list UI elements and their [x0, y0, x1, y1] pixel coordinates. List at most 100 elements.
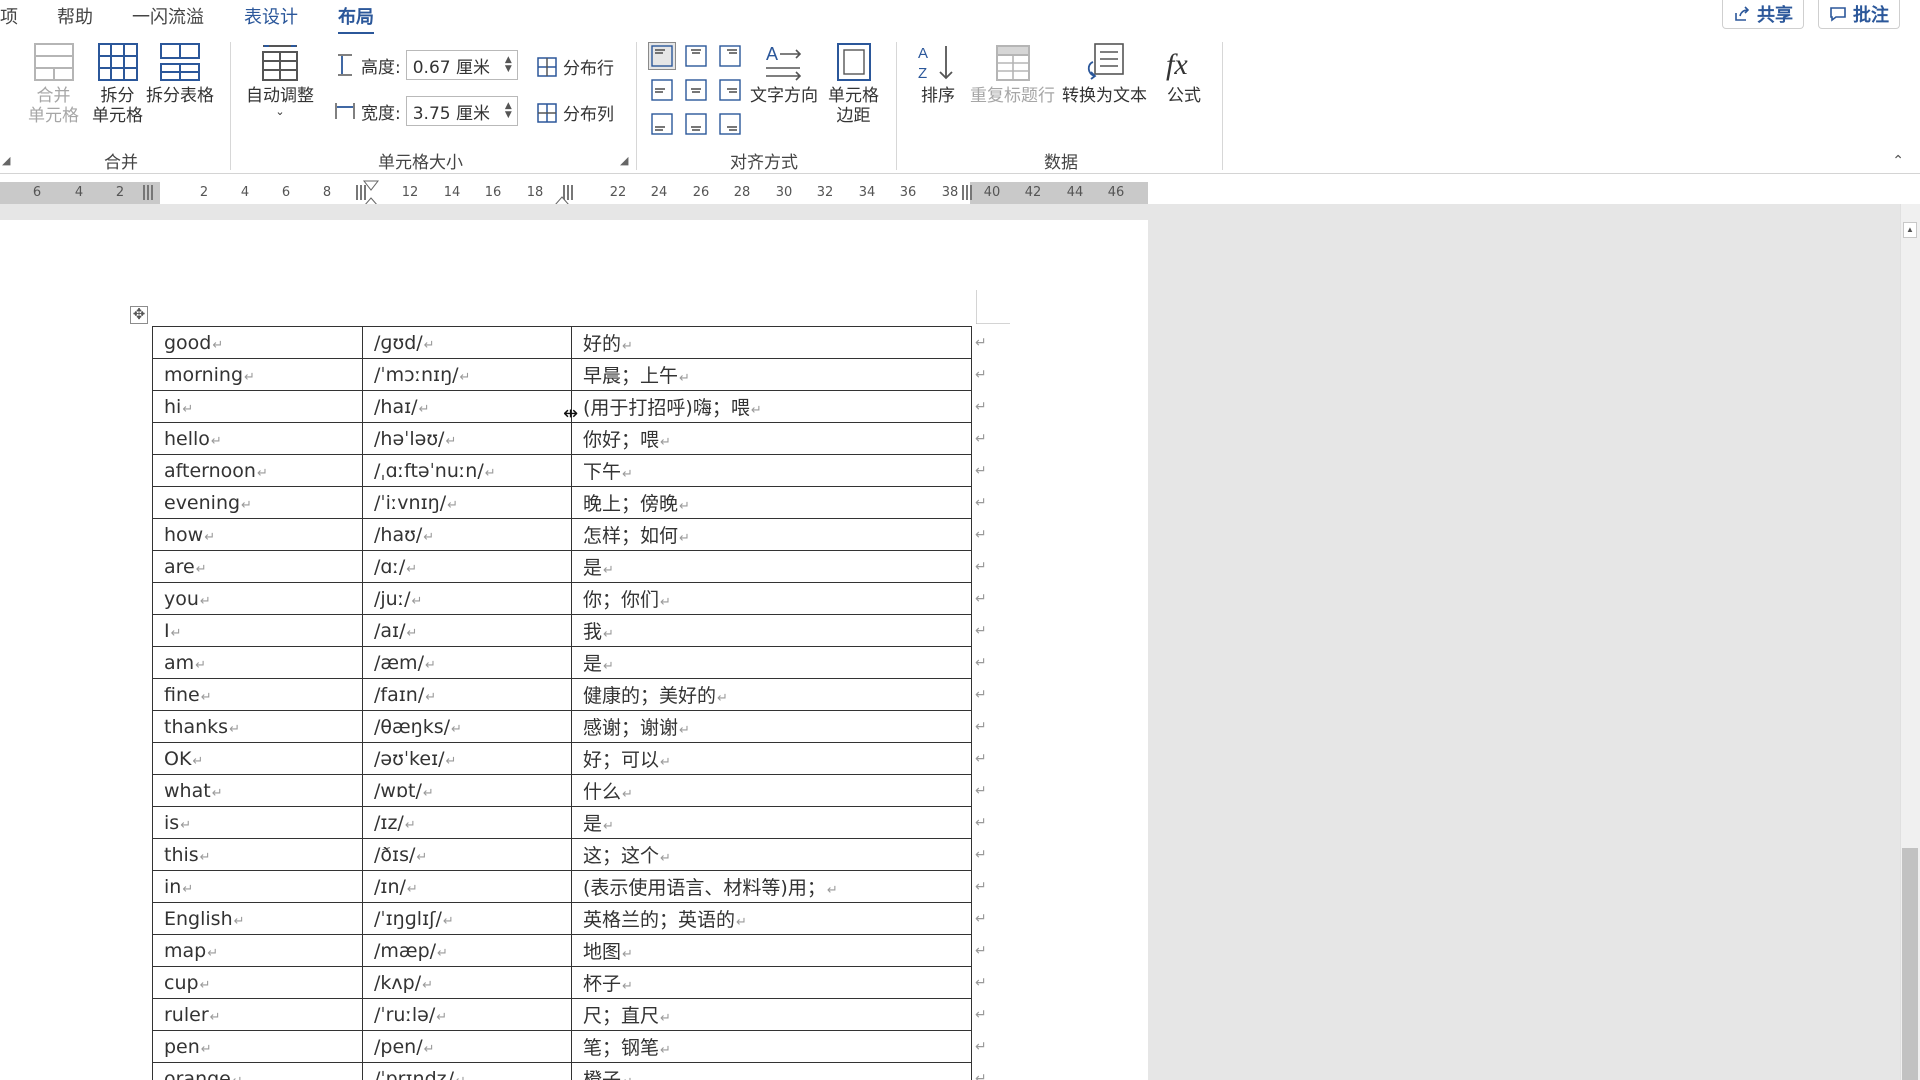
row-height-stepper[interactable]: ▲ ▼: [505, 56, 512, 74]
phonetic-cell[interactable]: /ˌɑːftəˈnuːn/↵: [362, 454, 572, 487]
phonetic-cell[interactable]: /kʌp/↵: [362, 966, 572, 999]
tab-yishan[interactable]: 一闪流溢: [132, 3, 204, 29]
distribute-cols-button[interactable]: 分布列: [536, 100, 614, 125]
meaning-cell[interactable]: 怎样；如何↵: [571, 518, 972, 551]
meaning-cell[interactable]: (用于打招呼)嗨；喂↵: [571, 390, 972, 423]
phonetic-cell[interactable]: /həˈləʊ/↵: [362, 422, 572, 455]
word-cell[interactable]: morning↵: [152, 358, 363, 391]
collapse-ribbon-icon[interactable]: ⌃: [1892, 152, 1904, 169]
phonetic-cell[interactable]: /ˈruːlə/↵: [362, 998, 572, 1031]
word-cell[interactable]: English↵: [152, 902, 363, 935]
phonetic-cell[interactable]: /əʊˈkeɪ/↵: [362, 742, 572, 775]
word-cell[interactable]: I↵: [152, 614, 363, 647]
word-cell[interactable]: ruler↵: [152, 998, 363, 1031]
col-width-stepper[interactable]: ▲ ▼: [505, 102, 512, 120]
formula-button[interactable]: fx 公式: [1162, 42, 1206, 106]
phonetic-cell[interactable]: /haʊ/↵: [362, 518, 572, 551]
phonetic-cell[interactable]: /ˈɪŋɡlɪʃ/↵: [362, 902, 572, 935]
phonetic-cell[interactable]: /ɪn/↵: [362, 870, 572, 903]
col-width-field[interactable]: 3.75 厘米 ▲ ▼: [405, 96, 518, 126]
word-cell[interactable]: OK↵: [152, 742, 363, 775]
word-cell[interactable]: hello↵: [152, 422, 363, 455]
split-cells-button[interactable]: 拆分 单元格: [92, 42, 143, 126]
word-cell[interactable]: thanks↵: [152, 710, 363, 743]
merge-cells-button[interactable]: 合并 单元格: [28, 42, 79, 126]
tab-layout[interactable]: 布局: [338, 3, 374, 35]
align-bottom-center-button[interactable]: [682, 110, 710, 138]
meaning-cell[interactable]: 你；你们↵: [571, 582, 972, 615]
auto-fit-button[interactable]: 自动调整 ⌄: [246, 42, 314, 117]
convert-to-text-button[interactable]: 转换为文本: [1062, 42, 1147, 106]
meaning-cell[interactable]: 早晨；上午↵: [571, 358, 972, 391]
word-cell[interactable]: how↵: [152, 518, 363, 551]
word-cell[interactable]: afternoon↵: [152, 454, 363, 487]
word-cell[interactable]: fine↵: [152, 678, 363, 711]
phonetic-cell[interactable]: /ðɪs/↵: [362, 838, 572, 871]
meaning-cell[interactable]: 尺；直尺↵: [571, 998, 972, 1031]
align-middle-center-button[interactable]: [682, 76, 710, 104]
meaning-cell[interactable]: 你好；喂↵: [571, 422, 972, 455]
word-cell[interactable]: good↵: [152, 326, 363, 359]
phonetic-cell[interactable]: /aɪ/↵: [362, 614, 572, 647]
align-top-right-button[interactable]: [716, 42, 744, 70]
phonetic-cell[interactable]: /θæŋks/↵: [362, 710, 572, 743]
meaning-cell[interactable]: 地图↵: [571, 934, 972, 967]
comments-button[interactable]: 批注: [1818, 0, 1900, 29]
phonetic-cell[interactable]: /ɪz/↵: [362, 806, 572, 839]
phonetic-cell[interactable]: /wɒt/↵: [362, 774, 572, 807]
meaning-cell[interactable]: 感谢；谢谢↵: [571, 710, 972, 743]
phonetic-cell[interactable]: /æm/↵: [362, 646, 572, 679]
meaning-cell[interactable]: 是↵: [571, 646, 972, 679]
align-middle-right-button[interactable]: [716, 76, 744, 104]
table-move-handle-icon[interactable]: ✥: [130, 306, 148, 324]
merge-group-launcher-icon[interactable]: ◢: [2, 154, 10, 167]
word-cell[interactable]: you↵: [152, 582, 363, 615]
word-cell[interactable]: are↵: [152, 550, 363, 583]
word-cell[interactable]: this↵: [152, 838, 363, 871]
repeat-header-rows-button[interactable]: 重复标题行: [970, 42, 1055, 106]
phonetic-cell[interactable]: /mæp/↵: [362, 934, 572, 967]
word-cell[interactable]: evening↵: [152, 486, 363, 519]
word-cell[interactable]: am↵: [152, 646, 363, 679]
distribute-rows-button[interactable]: 分布行: [536, 54, 614, 79]
word-cell[interactable]: hi↵: [152, 390, 363, 423]
share-button[interactable]: 共享: [1722, 0, 1804, 29]
word-cell[interactable]: orange↵: [152, 1062, 363, 1080]
cell-margins-button[interactable]: 单元格 边距: [828, 42, 879, 126]
align-bottom-right-button[interactable]: [716, 110, 744, 138]
meaning-cell[interactable]: 笔；钢笔↵: [571, 1030, 972, 1063]
sort-button[interactable]: AZ 排序: [916, 42, 960, 106]
phonetic-cell[interactable]: /faɪn/↵: [362, 678, 572, 711]
split-table-button[interactable]: 拆分表格: [146, 42, 214, 106]
meaning-cell[interactable]: 我↵: [571, 614, 972, 647]
meaning-cell[interactable]: 健康的；美好的↵: [571, 678, 972, 711]
word-cell[interactable]: cup↵: [152, 966, 363, 999]
phonetic-cell[interactable]: /ˈiːvnɪŋ/↵: [362, 486, 572, 519]
tab-partial[interactable]: 项: [0, 3, 18, 29]
meaning-cell[interactable]: 英格兰的；英语的↵: [571, 902, 972, 935]
phonetic-cell[interactable]: /ˈɒrɪndʒ/↵: [362, 1062, 572, 1080]
align-middle-left-button[interactable]: [648, 76, 676, 104]
cell-size-launcher-icon[interactable]: ◢: [620, 154, 628, 167]
meaning-cell[interactable]: 好；可以↵: [571, 742, 972, 775]
ruler-column-marker[interactable]: [143, 185, 155, 200]
phonetic-cell[interactable]: /haɪ/↵: [362, 390, 572, 423]
meaning-cell[interactable]: 晚上；傍晚↵: [571, 486, 972, 519]
meaning-cell[interactable]: 杯子↵: [571, 966, 972, 999]
phonetic-cell[interactable]: /pen/↵: [362, 1030, 572, 1063]
word-cell[interactable]: is↵: [152, 806, 363, 839]
meaning-cell[interactable]: 这；这个↵: [571, 838, 972, 871]
text-direction-button[interactable]: A 文字方向: [750, 42, 818, 106]
row-height-field[interactable]: 0.67 厘米 ▲ ▼: [405, 50, 518, 80]
align-top-left-button[interactable]: [648, 42, 676, 70]
word-cell[interactable]: in↵: [152, 870, 363, 903]
meaning-cell[interactable]: 是↵: [571, 806, 972, 839]
meaning-cell[interactable]: 橙子↵: [571, 1062, 972, 1080]
align-top-center-button[interactable]: [682, 42, 710, 70]
phonetic-cell[interactable]: /ɑː/↵: [362, 550, 572, 583]
word-cell[interactable]: what↵: [152, 774, 363, 807]
meaning-cell[interactable]: 是↵: [571, 550, 972, 583]
meaning-cell[interactable]: 好的↵: [571, 326, 972, 359]
word-cell[interactable]: pen↵: [152, 1030, 363, 1063]
ruler-column-marker[interactable]: [962, 185, 974, 200]
